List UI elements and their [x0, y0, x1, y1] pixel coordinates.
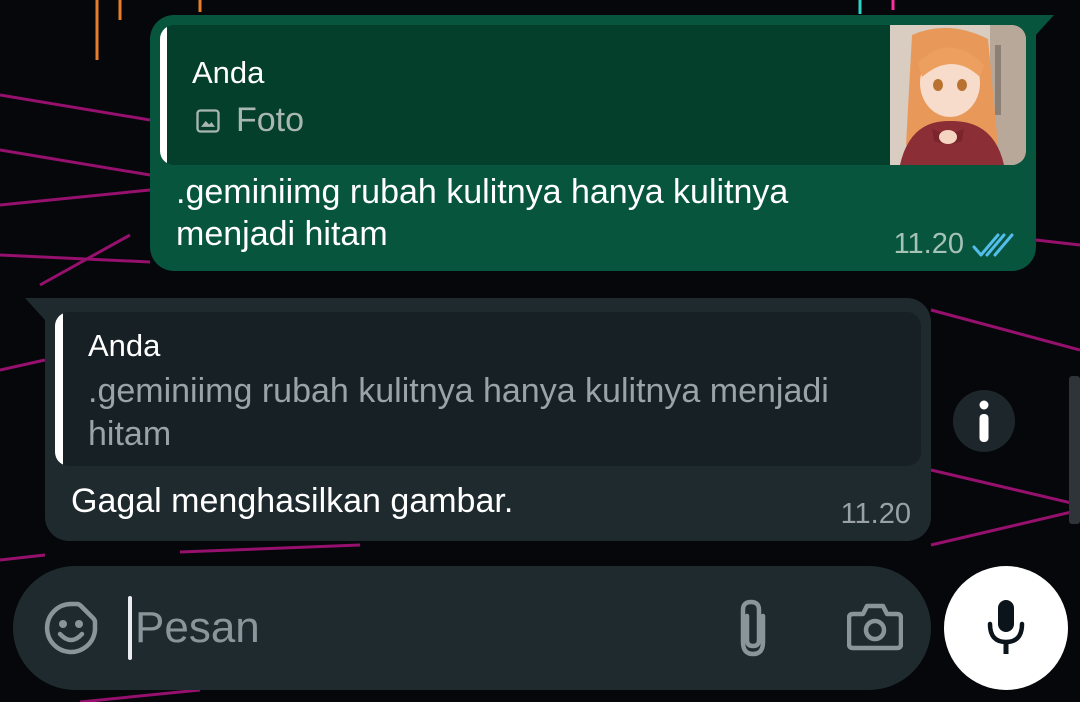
sticker-icon	[44, 601, 98, 655]
bubble-tail	[1034, 15, 1054, 37]
quoted-reply[interactable]: Anda .geminiimg rubah kulitnya hanya kul…	[55, 312, 921, 466]
microphone-icon	[987, 600, 1025, 654]
info-icon	[979, 400, 989, 442]
quoted-author: Anda	[88, 328, 161, 363]
attach-button[interactable]	[733, 596, 773, 665]
quoted-text: .geminiimg rubah kulitnya hanya kulitnya…	[88, 372, 829, 453]
sticker-button[interactable]	[43, 600, 99, 661]
bubble-tail	[25, 298, 45, 320]
message-meta: 11.20	[894, 228, 1014, 261]
quoted-photo-row: Foto	[194, 101, 304, 140]
image-icon	[196, 108, 220, 133]
outgoing-message-bubble[interactable]: Anda Foto .geminiimg rubah kulitnya hany…	[150, 15, 1054, 271]
chat-thread: Anda Foto .geminiimg rubah kulitnya hany…	[0, 0, 1080, 702]
camera-icon	[846, 603, 904, 651]
quote-accent-bar	[160, 25, 167, 165]
incoming-message-bubble[interactable]: Anda .geminiimg rubah kulitnya hanya kul…	[25, 298, 931, 541]
quoted-author: Anda	[192, 55, 265, 90]
camera-button[interactable]	[846, 600, 904, 657]
paperclip-icon	[740, 599, 766, 657]
message-text: Gagal menghasilkan gambar.	[71, 482, 514, 520]
quoted-photo-thumbnail[interactable]	[890, 25, 1026, 165]
quote-accent-bar	[55, 312, 63, 466]
voice-record-button[interactable]	[944, 566, 1068, 690]
message-input[interactable]	[127, 590, 695, 666]
message-text: .geminiimg rubah kulitnya hanya kulitnya…	[176, 173, 789, 253]
quoted-photo-label: Foto	[236, 101, 305, 139]
message-composer	[13, 566, 931, 690]
double-check-read-icon	[972, 233, 1014, 256]
info-button[interactable]	[953, 390, 1015, 452]
message-time: 11.20	[893, 228, 964, 260]
scrollbar-thumb[interactable]	[1069, 376, 1080, 524]
quoted-reply[interactable]: Anda Foto	[160, 25, 1026, 165]
message-time: 11.20	[840, 498, 911, 530]
